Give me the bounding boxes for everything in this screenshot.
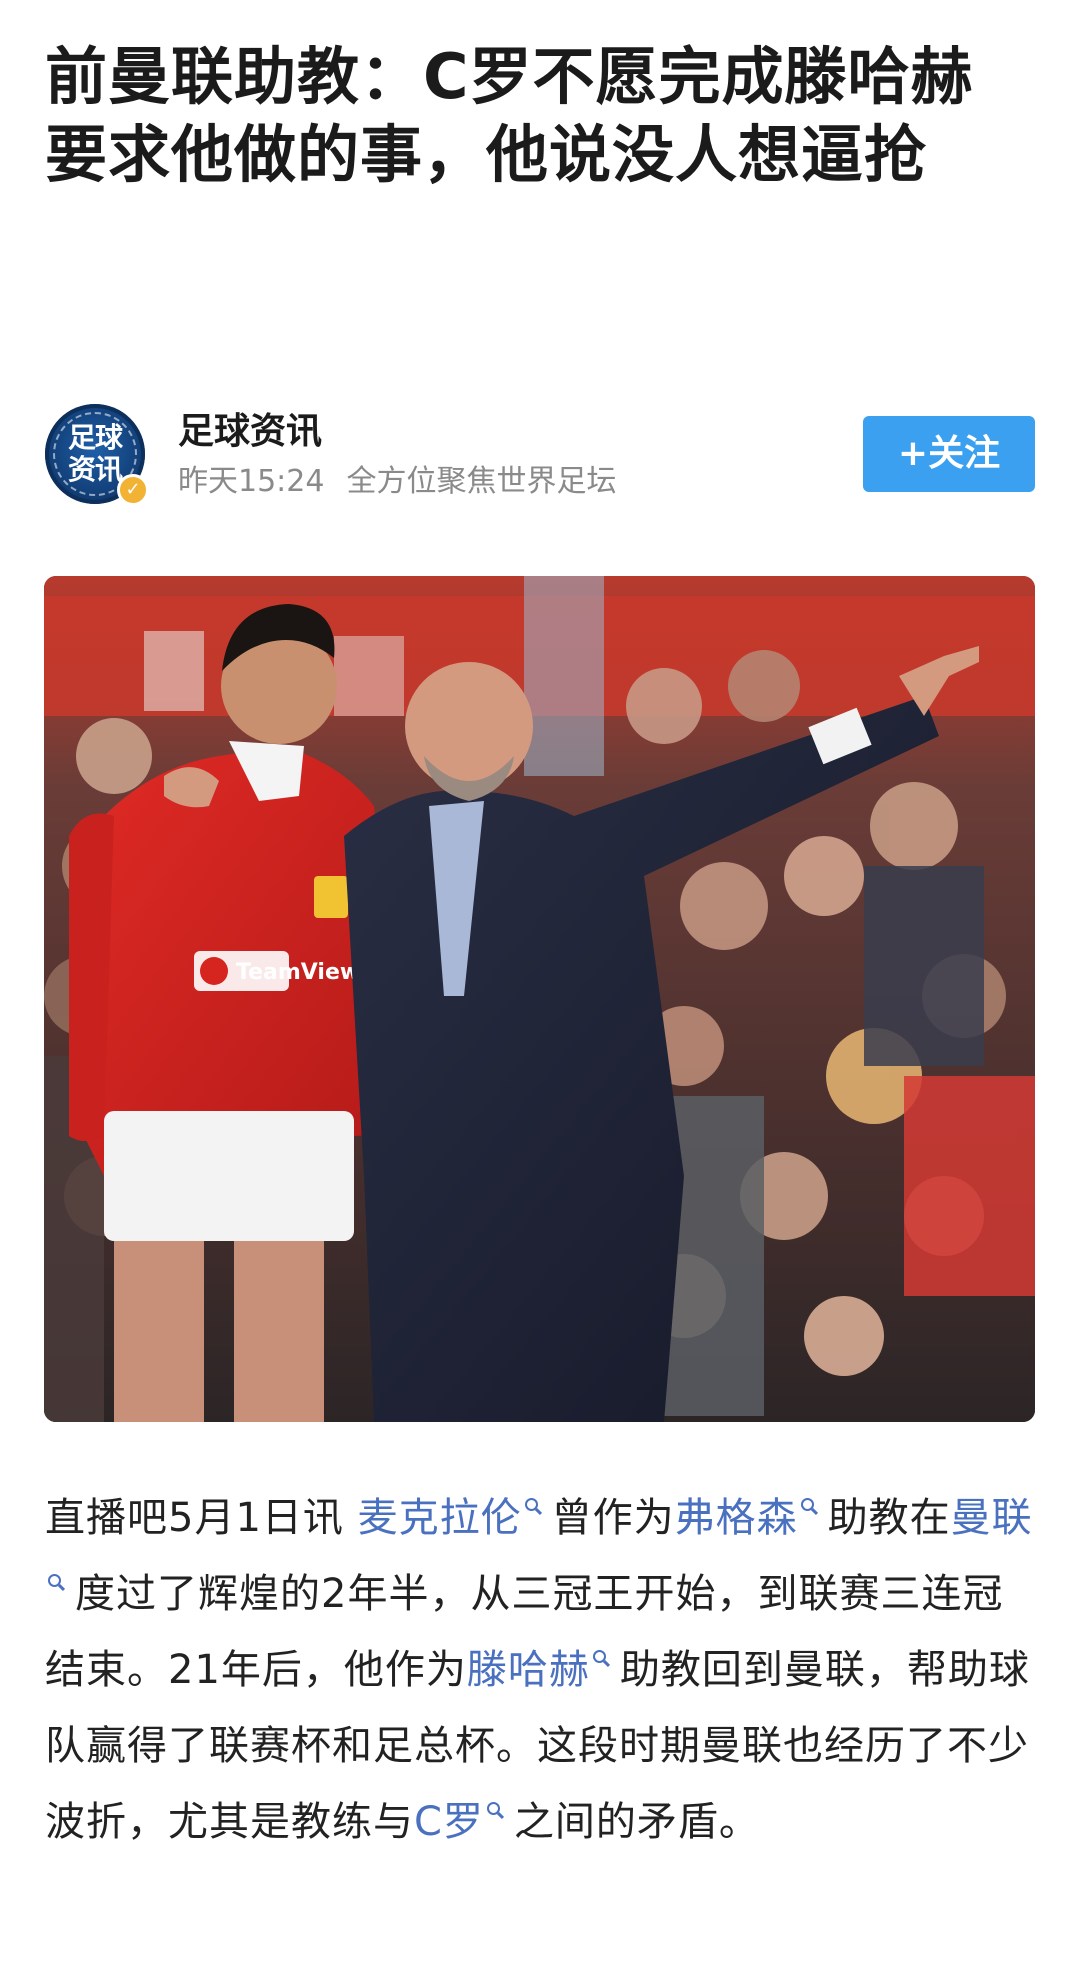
- body-text-segment: 助教在: [827, 1495, 951, 1541]
- body-text-segment: 直播吧5月1日讯: [45, 1495, 358, 1541]
- publish-time: 昨天15:24: [178, 464, 325, 499]
- search-icon: [800, 1498, 814, 1511]
- tag-link-cristiano-ronaldo[interactable]: C罗: [414, 1799, 484, 1845]
- article-photo[interactable]: TeamViewer: [44, 576, 1035, 1422]
- photo-illustration: TeamViewer: [44, 576, 1035, 1422]
- avatar-logo-text: 足球资讯: [67, 421, 123, 486]
- author-bar: 足球资讯 ✓ 足球资讯 昨天15:24 全方位聚焦世界足坛 +关注: [45, 404, 1035, 514]
- follow-button[interactable]: +关注: [863, 416, 1035, 492]
- author-name[interactable]: 足球资讯: [178, 410, 322, 454]
- search-icon: [48, 1574, 61, 1587]
- body-text-segment: 之间的矛盾。: [513, 1799, 760, 1845]
- verified-check-icon: ✓: [117, 474, 149, 506]
- tag-link-ten-hag[interactable]: 滕哈赫: [467, 1647, 590, 1693]
- search-icon: [486, 1802, 500, 1815]
- search-icon: [524, 1498, 538, 1511]
- tag-link-ferguson[interactable]: 弗格森: [675, 1495, 798, 1541]
- body-text-segment: 曾作为: [551, 1495, 675, 1541]
- author-bio: 全方位聚焦世界足坛: [346, 464, 617, 499]
- article-title: 前曼联助教：C罗不愿完成滕哈赫要求他做的事，他说没人想逼抢: [45, 40, 974, 191]
- search-icon: [592, 1650, 606, 1663]
- article-body: 直播吧5月1日讯 麦克拉伦 曾作为弗格森 助教在曼联度过了辉煌的2年半，从三冠王开始…: [45, 1480, 1035, 1860]
- tag-link-man-utd[interactable]: 曼联: [951, 1495, 1033, 1541]
- tag-link-mclaren[interactable]: 麦克拉伦: [358, 1495, 522, 1541]
- article-page: 前曼联助教：C罗不愿完成滕哈赫要求他做的事，他说没人想逼抢 足球资讯 ✓ 足球资…: [0, 0, 1077, 1974]
- author-meta: 昨天15:24 全方位聚焦世界足坛: [178, 462, 616, 502]
